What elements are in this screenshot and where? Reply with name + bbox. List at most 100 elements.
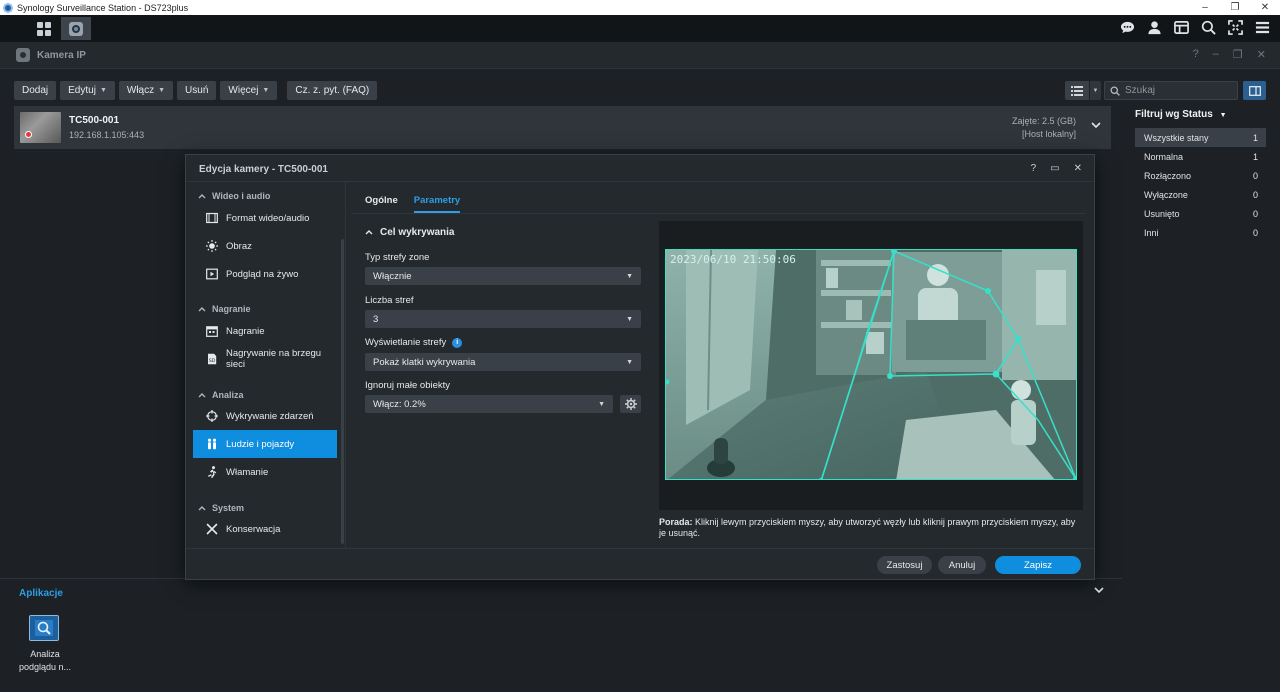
sidebar-item-people-vehicles[interactable]: Ludzie i pojazdy <box>193 430 337 458</box>
dialog-close-button[interactable]: ✕ <box>1074 163 1082 174</box>
zone-type-label: Typ strefy zone <box>365 252 430 263</box>
sidebar-item-image[interactable]: Obraz <box>193 232 337 260</box>
grid-icon <box>37 21 51 36</box>
filter-item-other[interactable]: Inni 0 <box>1135 223 1266 242</box>
camera-list-item[interactable]: TC500-001 192.168.1.105:443 Zajęte: 2.5 … <box>14 106 1111 149</box>
restore-button[interactable]: ❐ <box>1220 0 1250 15</box>
layout-icon[interactable] <box>1172 18 1191 37</box>
ip-camera-app-button[interactable] <box>61 17 91 40</box>
chevron-up-icon <box>198 191 206 201</box>
ignore-small-label: Ignoruj małe obiekty <box>365 380 451 391</box>
camera-icon <box>69 21 83 36</box>
sidebar-section-analysis[interactable]: Analiza <box>198 390 244 400</box>
minimize-button[interactable]: – <box>1190 0 1220 15</box>
sidebar-section-system[interactable]: System <box>198 503 244 513</box>
zone-display-label: Wyświetlanie strefy i <box>365 337 463 348</box>
app-minimize-button[interactable]: – <box>1213 48 1219 61</box>
edit-button[interactable]: Edytuj ▼ <box>60 81 115 100</box>
sidebar-scrollbar[interactable] <box>341 239 344 544</box>
filter-title[interactable]: Filtruj wg Status ▼ <box>1135 109 1227 120</box>
user-icon[interactable] <box>1145 18 1164 37</box>
camera-ip: 192.168.1.105:443 <box>69 130 145 140</box>
dialog-controls: ? ▭ ✕ <box>1031 163 1082 174</box>
sidebar-item-maintenance[interactable]: Konserwacja <box>193 515 337 543</box>
os-window-controls: – ❐ ✕ <box>1190 0 1280 15</box>
save-button[interactable]: Zapisz <box>995 556 1081 574</box>
search-input[interactable] <box>1125 85 1225 96</box>
filter-item-disconnected[interactable]: Rozłączono 0 <box>1135 166 1266 185</box>
more-button[interactable]: Więcej ▼ <box>220 81 278 100</box>
add-button[interactable]: Dodaj <box>14 81 57 100</box>
settings-button[interactable] <box>620 395 641 413</box>
sidebar-item-intrusion[interactable]: Włamanie <box>193 458 337 486</box>
dialog-help-button[interactable]: ? <box>1031 163 1037 174</box>
delete-button[interactable]: Usuń <box>177 81 217 100</box>
storage-occupied: Zajęte: 2.5 (GB) <box>1011 116 1076 126</box>
chat-icon[interactable] <box>1118 18 1137 37</box>
zone-type-select[interactable]: Włącznie ▼ <box>365 267 641 285</box>
applications-section: Aplikacje Analiza podglądu n... <box>0 578 1122 692</box>
status-filter-panel: Filtruj wg Status ▼ Wszystkie stany 1 Nor… <box>1122 100 1280 692</box>
filter-item-disabled[interactable]: Wyłączone 0 <box>1135 185 1266 204</box>
search-box[interactable] <box>1104 81 1238 100</box>
zone-count-select[interactable]: 3 ▼ <box>365 310 641 328</box>
live-analysis-app-label[interactable]: Analiza podglądu n... <box>14 648 76 674</box>
apply-button[interactable]: Zastosuj <box>877 556 932 574</box>
chevron-up-icon <box>198 390 206 400</box>
chevron-down-icon[interactable]: ▼ <box>1090 81 1101 100</box>
sidebar-item-live-view[interactable]: Podgląd na żywo <box>193 260 337 288</box>
info-icon[interactable]: i <box>452 337 463 348</box>
tab-parameters[interactable]: Parametry <box>413 195 461 213</box>
list-view-icon[interactable] <box>1065 81 1089 100</box>
sidebar-section-recording[interactable]: Nagranie <box>198 304 251 314</box>
app-window-header: Kamera IP ? – ❐ ✕ <box>0 42 1280 69</box>
live-analysis-app-icon[interactable] <box>29 615 59 641</box>
zone-display-select[interactable]: Pokaż klatki wykrywania ▼ <box>365 353 641 371</box>
camera-preview[interactable]: 2023/06/10 21:50:06 <box>659 221 1083 510</box>
filter-list: Wszystkie stany 1 Normalna 1 Rozłączono 0 W… <box>1135 128 1266 242</box>
side-panel-icon <box>1248 85 1261 96</box>
app-logo-icon <box>3 2 13 13</box>
help-button[interactable]: ? <box>1193 48 1199 61</box>
chevron-up-icon <box>198 304 206 314</box>
collapse-chevron-icon[interactable] <box>1094 585 1104 597</box>
people-icon <box>205 437 219 451</box>
filter-item-normal[interactable]: Normalna 1 <box>1135 147 1266 166</box>
chevron-down-icon: ▼ <box>626 272 633 280</box>
cancel-button[interactable]: Anuluj <box>938 556 986 574</box>
app-close-button[interactable]: ✕ <box>1257 48 1266 61</box>
close-button[interactable]: ✕ <box>1250 0 1280 15</box>
expand-chevron-icon[interactable] <box>1091 120 1101 132</box>
chevron-down-icon: ▼ <box>99 87 107 94</box>
filter-item-all[interactable]: Wszystkie stany 1 <box>1135 128 1266 147</box>
camera-storage: Zajęte: 2.5 (GB) [Host lokalny] <box>1012 115 1076 141</box>
sidebar-item-edge-recording[interactable]: SD Nagrywanie na brzegu sieci <box>193 345 337 373</box>
sidebar-item-recording[interactable]: Nagranie <box>193 317 337 345</box>
chevron-down-icon: ▼ <box>262 87 270 94</box>
tab-general[interactable]: Ogólne <box>365 195 398 213</box>
filter-panel-toggle[interactable] <box>1243 81 1266 100</box>
sidebar-section-video[interactable]: Wideo i audio <box>198 191 270 201</box>
filter-item-deleted[interactable]: Usunięto 0 <box>1135 204 1266 223</box>
faq-button[interactable]: Cz. z. pyt. (FAQ) <box>287 81 378 100</box>
film-icon <box>205 211 219 225</box>
sidebar-item-video-format[interactable]: Format wideo/audio <box>193 204 337 232</box>
chevron-down-icon: ▼ <box>626 358 633 366</box>
fullscreen-icon[interactable] <box>1226 18 1245 37</box>
chevron-down-icon: ▼ <box>626 315 633 323</box>
detection-zone-canvas[interactable] <box>666 250 1077 480</box>
detection-target-section[interactable]: Cel wykrywania <box>365 227 454 238</box>
sidebar-item-event-detection[interactable]: Wykrywanie zdarzeń <box>193 402 337 430</box>
view-mode-toggle[interactable]: ▼ <box>1065 81 1101 100</box>
camera-feed[interactable]: 2023/06/10 21:50:06 <box>665 249 1077 480</box>
search-icon[interactable] <box>1199 18 1218 37</box>
ignore-small-select[interactable]: Włącz: 0.2% ▼ <box>365 395 613 413</box>
enable-button[interactable]: Włącz ▼ <box>118 81 174 100</box>
crosshair-icon <box>205 409 219 423</box>
dialog-header: Edycja kamery - TC500-001 ? ▭ ✕ <box>186 155 1094 182</box>
app-maximize-button[interactable]: ❐ <box>1233 48 1243 61</box>
os-window-title: Synology Surveillance Station - DS723plu… <box>17 2 189 13</box>
dialog-maximize-button[interactable]: ▭ <box>1050 163 1059 174</box>
options-icon[interactable] <box>1253 18 1272 37</box>
main-menu-button[interactable] <box>29 17 59 40</box>
